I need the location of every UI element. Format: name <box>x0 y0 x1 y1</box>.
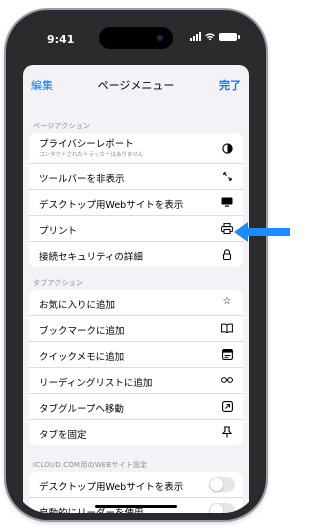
row-label: ブックマークに追加 <box>39 326 125 337</box>
toggle-knob <box>210 504 223 513</box>
add-to-favorites-row[interactable]: お気に入りに追加 ☆ <box>29 290 243 316</box>
row-label: クイックメモに追加 <box>39 352 125 363</box>
privacy-report-row[interactable]: プライバシーレポート コンタクトされたトラッカーはありません <box>29 133 243 164</box>
print-row[interactable]: プリント <box>29 216 243 242</box>
row-label: プライバシーレポート <box>39 139 134 150</box>
connection-security-row[interactable]: 接続セキュリティの詳細 <box>29 242 243 267</box>
row-subtitle: コンタクトされたトラッカーはありません <box>39 152 144 158</box>
dynamic-island <box>99 27 173 49</box>
shield-half-icon <box>221 142 233 154</box>
desktop-icon <box>221 196 233 208</box>
status-time: 9:41 <box>47 33 75 46</box>
nav-bar: 編集 ページメニュー 完了 <box>23 65 249 103</box>
row-label: タブグループへ移動 <box>39 404 124 415</box>
lock-icon <box>221 248 233 260</box>
request-desktop-site-row[interactable]: デスクトップ用Webサイトを表示 <box>29 190 243 216</box>
tab-actions-group: お気に入りに追加 ☆ ブックマークに追加 クイックメモに追加 リーディングリスト… <box>29 290 243 445</box>
book-icon <box>221 322 233 334</box>
section-header-page-actions: ページアクション <box>33 122 91 130</box>
pin-icon <box>221 426 233 438</box>
tab-group-icon <box>221 400 233 412</box>
section-header-tab-actions: タブアクション <box>33 279 84 287</box>
desktop-site-toggle[interactable] <box>209 477 235 492</box>
resize-arrows-icon <box>221 170 233 182</box>
toggle-knob <box>210 478 223 491</box>
row-label: デスクトップ用Webサイトを表示 <box>39 482 184 493</box>
battery-icon <box>219 32 240 41</box>
hide-toolbar-row[interactable]: ツールバーを非表示 <box>29 164 243 190</box>
quick-note-icon <box>221 348 233 360</box>
auto-reader-toggle[interactable] <box>209 503 235 513</box>
row-label: プリント <box>39 226 78 237</box>
done-button[interactable]: 完了 <box>219 77 241 93</box>
wifi-icon <box>205 32 215 40</box>
page-menu-sheet: 編集 ページメニュー 完了 ページアクション プライバシーレポート コンタクトさ… <box>23 65 249 513</box>
star-icon: ☆ <box>222 296 232 307</box>
home-indicator <box>95 505 177 508</box>
move-to-tab-group-row[interactable]: タブグループへ移動 <box>29 394 243 420</box>
add-quick-note-row[interactable]: クイックメモに追加 <box>29 342 243 368</box>
row-label: デスクトップ用Webサイトを表示 <box>39 200 184 211</box>
phone-screen: 9:41 編集 ページメニュー 完了 ページアクション プライバシーレポート コ… <box>13 17 259 513</box>
page-title: ページメニュー <box>97 79 175 92</box>
camera-icon <box>157 35 163 41</box>
add-bookmark-row[interactable]: ブックマークに追加 <box>29 316 243 342</box>
row-label: タブを固定 <box>39 430 87 441</box>
row-label: ツールバーを非表示 <box>39 174 125 185</box>
row-label: 接続セキュリティの詳細 <box>39 252 143 263</box>
row-label: リーディングリストに追加 <box>39 378 153 389</box>
status-icons <box>190 32 240 41</box>
desktop-site-toggle-row: デスクトップ用Webサイトを表示 <box>29 472 243 498</box>
row-label: お気に入りに追加 <box>39 300 116 311</box>
add-reading-list-row[interactable]: リーディングリストに追加 <box>29 368 243 394</box>
signal-icon <box>190 32 201 41</box>
pointer-arrow-icon <box>234 222 290 242</box>
pin-tab-row[interactable]: タブを固定 <box>29 420 243 445</box>
glasses-icon <box>221 374 233 386</box>
status-bar: 9:41 <box>13 17 259 61</box>
section-header-site-settings: ICLOUD.COM用のWEBサイト設定 <box>33 461 148 469</box>
page-actions-group: プライバシーレポート コンタクトされたトラッカーはありません ツールバーを非表示… <box>29 133 243 267</box>
